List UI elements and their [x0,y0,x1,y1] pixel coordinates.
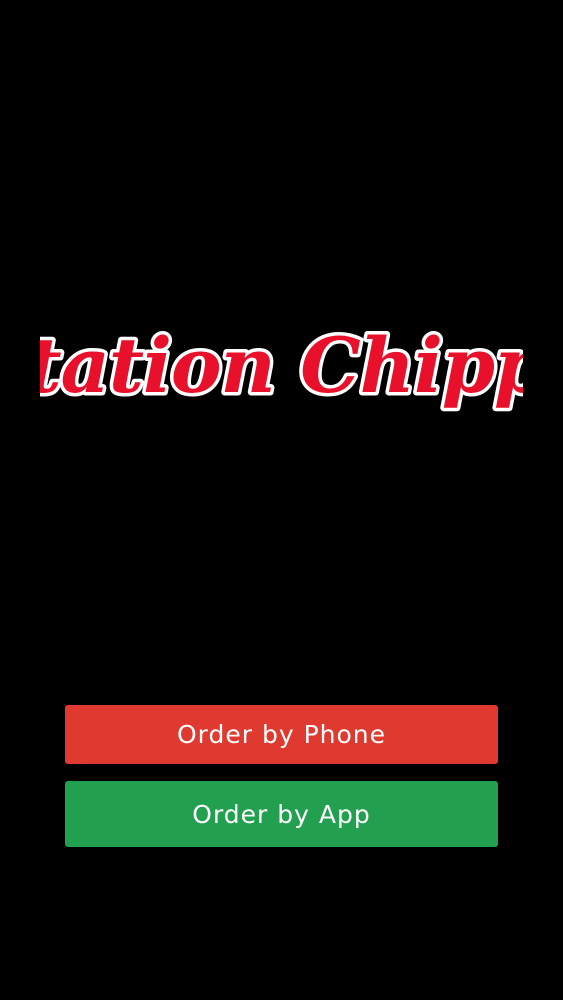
brand-logo-svg: Station Chippy Station Chippy [40,318,523,414]
order-by-phone-label: Order by Phone [176,720,387,749]
brand-logo: Station Chippy Station Chippy [40,300,523,450]
order-by-phone-button[interactable]: Order by Phone [65,705,498,764]
order-by-app-button[interactable]: Order by App [65,781,498,847]
splash-screen: Station Chippy Station Chippy Order by P… [0,0,563,1000]
order-by-app-label: Order by App [192,799,371,829]
logo-text: Station Chippy [40,321,523,410]
